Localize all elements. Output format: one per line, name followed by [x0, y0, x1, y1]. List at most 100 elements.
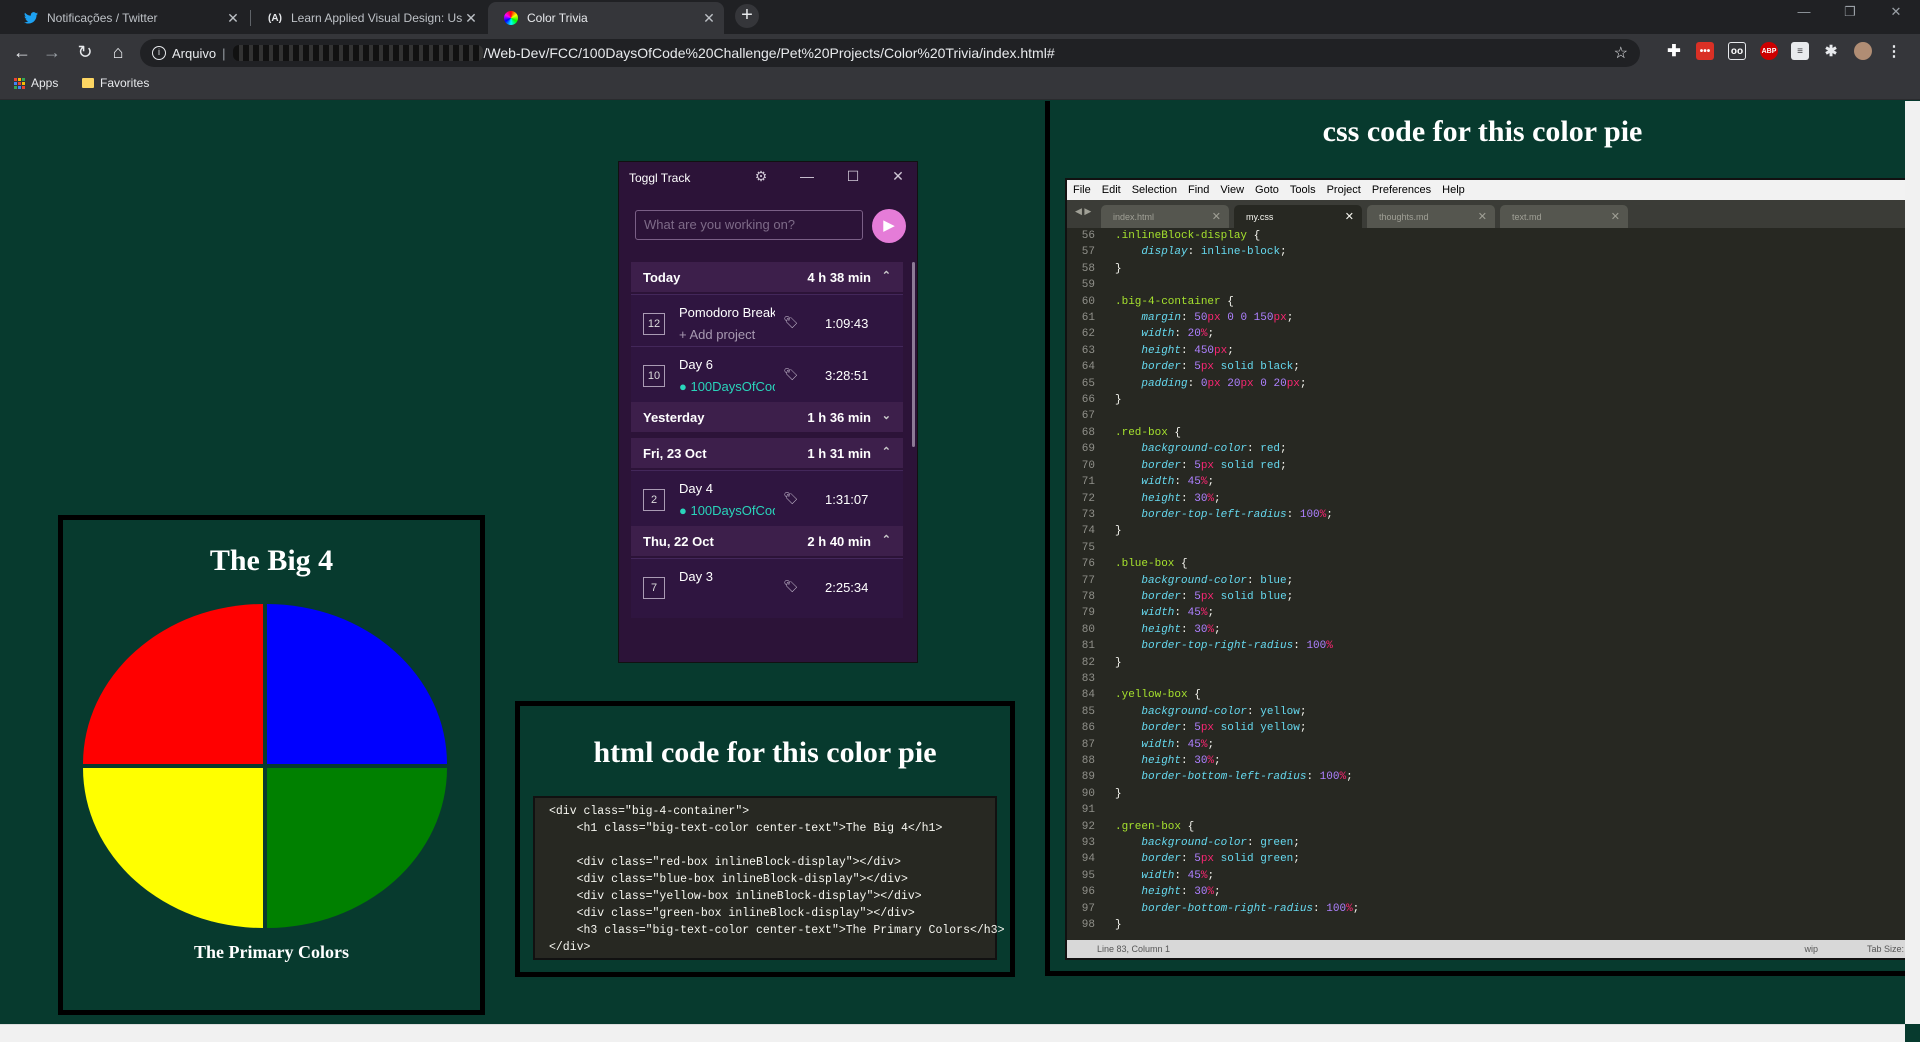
puzzle-icon[interactable]: ✱	[1822, 42, 1840, 60]
line-number: 94	[1081, 853, 1095, 866]
entry-count-badge[interactable]: 10	[643, 365, 665, 387]
close-icon[interactable]: ✕	[700, 10, 718, 27]
minimize-icon[interactable]: —	[797, 168, 817, 188]
tag-icon[interactable]: 🏷	[783, 491, 798, 505]
extension-red-icon[interactable]: •••	[1696, 42, 1714, 60]
css-code-line: .green-box {	[1115, 820, 1195, 833]
page-horizontal-scrollbar[interactable]	[0, 1024, 1905, 1042]
toggl-title: Toggl Track	[629, 171, 691, 185]
editor-menu-item[interactable]: Goto	[1255, 184, 1279, 196]
site-info[interactable]: i Arquivo |	[152, 46, 225, 61]
entry-count-badge[interactable]: 2	[643, 489, 665, 511]
close-icon[interactable]: ✕	[1212, 210, 1221, 223]
editor-file-tab[interactable]: text.md ✕	[1500, 205, 1628, 228]
chevron-up-icon[interactable]: ⌃	[882, 269, 891, 282]
toggl-scrollbar[interactable]	[912, 262, 915, 447]
line-number: 95	[1081, 869, 1095, 882]
editor-menu-item[interactable]: Edit	[1102, 184, 1121, 196]
back-icon[interactable]: ←	[10, 40, 34, 64]
line-number: 75	[1081, 541, 1095, 554]
entry-project[interactable]: + Add project	[679, 327, 775, 342]
restore-window-icon[interactable]: ❐	[1830, 4, 1870, 20]
close-window-icon[interactable]: ✕	[1876, 4, 1916, 20]
tag-icon[interactable]: 🏷	[783, 367, 798, 381]
day-duration: 1 h 36 min	[807, 409, 871, 425]
start-timer-button[interactable]: ▶	[872, 209, 906, 243]
close-icon[interactable]: ✕	[1611, 210, 1620, 223]
css-code-line: border: 5px solid green;	[1141, 853, 1300, 866]
editor-file-tab[interactable]: my.css ✕	[1234, 205, 1362, 228]
close-icon[interactable]: ✕	[1345, 210, 1354, 223]
editor-menu-item[interactable]: Tools	[1290, 184, 1316, 196]
address-bar[interactable]: i Arquivo | /Web-Dev/FCC/100DaysOfCode%2…	[140, 39, 1640, 67]
reload-icon[interactable]: ↻	[73, 40, 97, 64]
gear-icon[interactable]: ⚙	[751, 168, 771, 188]
minimize-window-icon[interactable]: —	[1784, 4, 1824, 19]
editor-file-tab[interactable]: index.html ✕	[1101, 205, 1229, 228]
editor-menu-item[interactable]: Help	[1442, 184, 1465, 196]
close-icon[interactable]: ✕	[888, 168, 908, 188]
entry-count-badge[interactable]: 7	[643, 577, 665, 599]
bookmark-apps[interactable]: Apps	[14, 76, 58, 90]
day-group-header[interactable]: Thu, 22 Oct 2 h 40 min ⌃	[631, 526, 903, 556]
day-group-header[interactable]: Yesterday 1 h 36 min ⌄	[631, 402, 903, 432]
extension-cross-icon[interactable]: ✚	[1665, 42, 1683, 60]
close-icon[interactable]: ✕	[1478, 210, 1487, 223]
line-number: 61	[1081, 312, 1095, 325]
tag-icon[interactable]: 🏷	[783, 315, 798, 329]
entry-project[interactable]: ● 100DaysOfCode	[679, 503, 775, 518]
line-number: 56	[1081, 230, 1095, 242]
close-icon[interactable]: ✕	[224, 10, 242, 27]
html-code-line: <h1 class="big-text-color center-text">T…	[549, 822, 943, 835]
day-group-header[interactable]: Fri, 23 Oct 1 h 31 min ⌃	[631, 438, 903, 468]
line-number: 68	[1081, 426, 1095, 439]
editor-menu-item[interactable]: View	[1220, 184, 1244, 196]
apps-grid-icon	[14, 77, 25, 89]
editor-menu-item[interactable]: Project	[1327, 184, 1361, 196]
css-code-panel: css code for this color pie File Edit Sele…	[1045, 101, 1915, 976]
tab-twitter[interactable]: Notificações / Twitter ✕	[8, 2, 248, 34]
editor-menu-item[interactable]: Preferences	[1372, 184, 1431, 196]
chevron-up-icon[interactable]: ⌃	[882, 533, 891, 546]
entry-project[interactable]: ● 100DaysOfCode	[679, 379, 775, 394]
time-entry[interactable]: 2 Day 4 ● 100DaysOfCode 🏷 1:31:07	[631, 470, 903, 530]
css-code-line: background-color: green;	[1141, 837, 1300, 850]
page-vertical-scrollbar[interactable]	[1905, 101, 1920, 1024]
day-group-header[interactable]: Today 4 h 38 min ⌃	[631, 262, 903, 292]
time-entry[interactable]: 12 Pomodoro Break + Add project 🏷 1:09:43	[631, 294, 903, 354]
entry-count-badge[interactable]: 12	[643, 313, 665, 335]
tab-color-trivia[interactable]: Color Trivia ✕	[488, 2, 724, 34]
chevron-down-icon[interactable]: ⌄	[882, 409, 891, 422]
timer-description-input[interactable]: What are you working on?	[635, 210, 863, 240]
chevron-up-icon[interactable]: ⌃	[882, 445, 891, 458]
close-icon[interactable]: ✕	[462, 10, 480, 27]
adblock-plus-icon[interactable]: ABP	[1760, 42, 1778, 60]
editor-file-tab-label: text.md	[1512, 212, 1542, 222]
html-code-line: <div class="yellow-box inlineBlock-displ…	[549, 890, 922, 903]
extension-tab-icon[interactable]: oo	[1728, 42, 1746, 60]
menu-kebab-icon[interactable]: ⋮	[1885, 42, 1903, 60]
maximize-icon[interactable]: ☐	[843, 168, 863, 188]
new-tab-button[interactable]: +	[735, 4, 759, 28]
editor-file-tab[interactable]: thoughts.md ✕	[1367, 205, 1495, 228]
bookmark-favorites[interactable]: Favorites	[82, 76, 149, 90]
editor-menu-item[interactable]: Find	[1188, 184, 1209, 196]
line-number: 81	[1081, 640, 1095, 653]
editor-menu-item[interactable]: Selection	[1132, 184, 1177, 196]
tab-fcc[interactable]: (A) Learn Applied Visual Design: Use ✕	[252, 2, 486, 34]
home-icon[interactable]: ⌂	[106, 40, 130, 64]
browser-toolbar: ← → ↻ ⌂ i Arquivo | /Web-Dev/FCC/100Days…	[0, 34, 1920, 70]
redacted-url-part	[233, 45, 484, 61]
forward-icon[interactable]: →	[40, 40, 64, 64]
profile-avatar-icon[interactable]	[1854, 42, 1872, 60]
extension-reader-icon[interactable]: ≡	[1791, 42, 1809, 60]
bookmark-label: Favorites	[100, 76, 150, 90]
css-code-line: padding: 0px 20px 0 20px;	[1141, 377, 1307, 390]
editor-menu-item[interactable]: File	[1073, 184, 1091, 196]
time-entry[interactable]: 7 Day 3 🏷 2:25:34	[631, 558, 903, 618]
page-content: The Big 4 The Primary Colors html code f…	[0, 101, 1915, 1024]
bookmark-star-icon[interactable]: ☆	[1614, 43, 1628, 63]
time-entry[interactable]: 10 Day 6 ● 100DaysOfCode 🏷 3:28:51	[631, 346, 903, 406]
tag-icon[interactable]: 🏷	[783, 579, 798, 593]
css-code-line: height: 30%;	[1141, 623, 1221, 636]
